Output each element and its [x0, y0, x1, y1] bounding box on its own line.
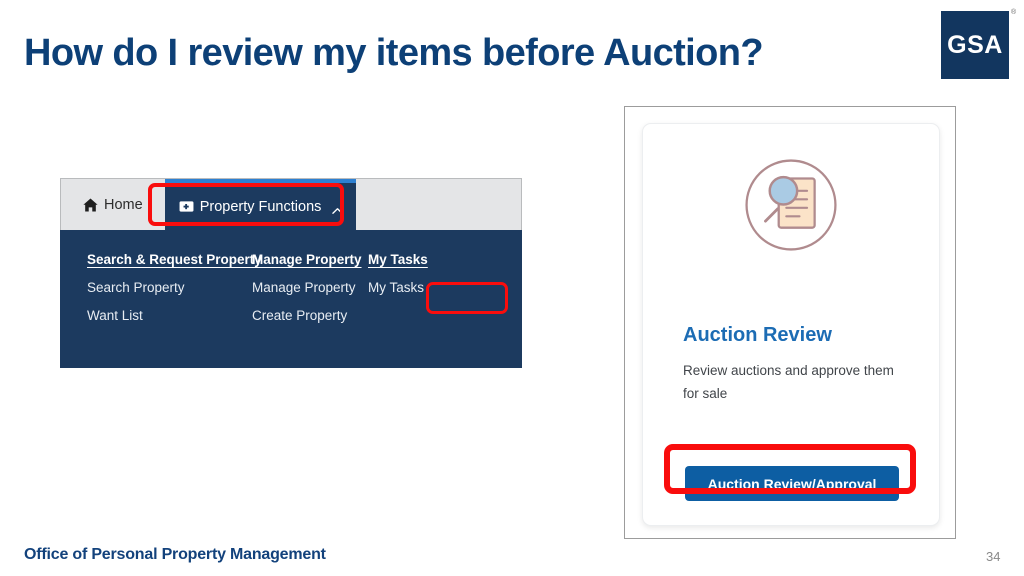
auction-review-approval-button[interactable]: Auction Review/Approval: [685, 466, 899, 501]
gsa-logo: GSA: [941, 11, 1009, 79]
auction-review-card: Auction Review Review auctions and appro…: [642, 123, 940, 526]
footer-label: Office of Personal Property Management: [24, 546, 326, 563]
card-description: Review auctions and approve them for sal…: [683, 363, 894, 401]
property-functions-dropdown: Search & Request Property Search Propert…: [60, 230, 522, 368]
auction-review-screenshot: Auction Review Review auctions and appro…: [624, 106, 956, 539]
page-title: How do I review my items before Auction?: [24, 32, 764, 74]
trademark-symbol: ®: [1011, 9, 1017, 16]
dropdown-item-my-tasks[interactable]: My Tasks: [368, 280, 468, 295]
nav-bar: Home Property Functions: [60, 178, 522, 230]
dropdown-heading-manage-property: Manage Property: [252, 252, 362, 267]
dropdown-item-manage-property[interactable]: Manage Property: [252, 280, 368, 295]
dropdown-item-want-list[interactable]: Want List: [87, 308, 252, 323]
gsa-logo-text: GSA: [947, 30, 1003, 59]
folder-plus-icon: [179, 200, 194, 213]
dropdown-heading-my-tasks: My Tasks: [368, 252, 428, 267]
dropdown-heading-search-request: Search & Request Property: [87, 252, 262, 267]
chevron-up-icon: [332, 203, 344, 214]
dropdown-item-search-property[interactable]: Search Property: [87, 280, 252, 295]
home-icon: [83, 198, 98, 212]
navigation-screenshot: Home Property Functions Search & Request…: [60, 178, 522, 368]
magnifier-document-icon: [643, 153, 939, 257]
dropdown-item-create-property[interactable]: Create Property: [252, 308, 368, 323]
nav-tab-property-functions[interactable]: Property Functions: [164, 179, 357, 230]
nav-tab-home[interactable]: Home: [61, 179, 163, 230]
dropdown-column-my-tasks: My Tasks My Tasks: [368, 252, 468, 367]
nav-tab-property-functions-label: Property Functions: [199, 198, 322, 215]
card-heading: Auction Review: [683, 324, 832, 346]
page-number: 34: [986, 549, 1001, 564]
dropdown-column-search-request: Search & Request Property Search Propert…: [87, 252, 262, 367]
dropdown-column-manage-property: Manage Property Manage Property Create P…: [252, 252, 368, 367]
nav-tab-home-label: Home: [104, 196, 143, 213]
